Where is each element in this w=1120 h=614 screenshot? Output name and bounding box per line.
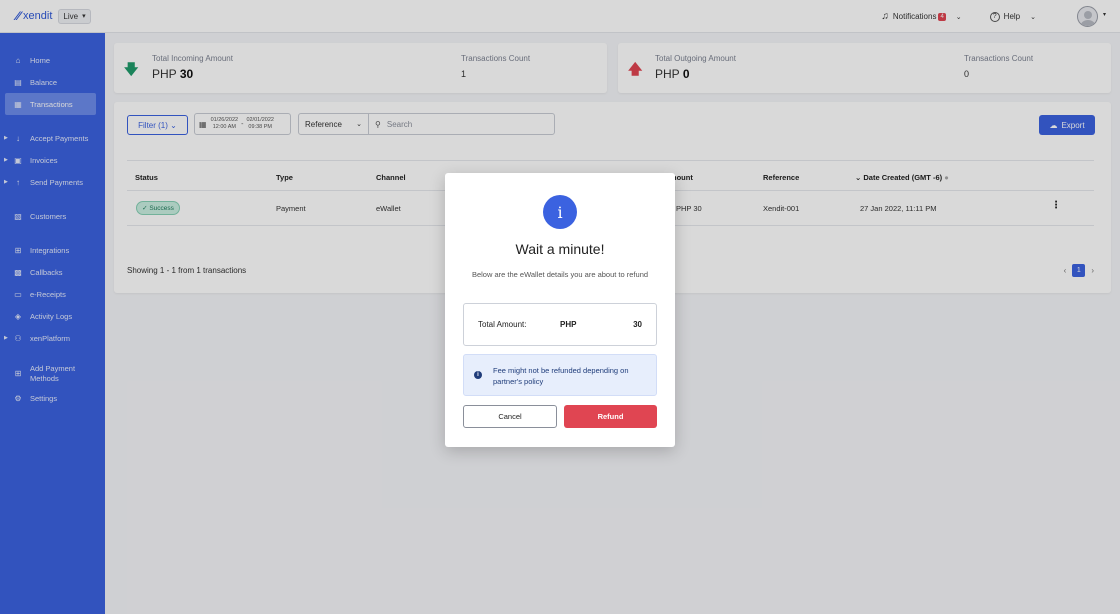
dialog-description: Below are the eWallet details you are ab…: [471, 270, 649, 279]
fee-notice: i Fee might not be refunded depending on…: [463, 354, 657, 396]
total-amount-currency: PHP: [560, 320, 577, 329]
dialog-title: Wait a minute!: [515, 241, 605, 257]
refund-button[interactable]: Refund: [564, 405, 657, 428]
fee-notice-text: Fee might not be refunded depending on p…: [493, 366, 629, 386]
total-amount-value: 30: [633, 320, 642, 329]
cancel-button[interactable]: Cancel: [463, 405, 557, 428]
info-icon: i: [543, 195, 577, 229]
info-icon: i: [474, 371, 482, 379]
total-amount-label: Total Amount:: [478, 320, 527, 329]
total-amount-box: Total Amount: PHP 30: [463, 303, 657, 346]
refund-confirmation-dialog: i Wait a minute! Below are the eWallet d…: [445, 173, 675, 447]
